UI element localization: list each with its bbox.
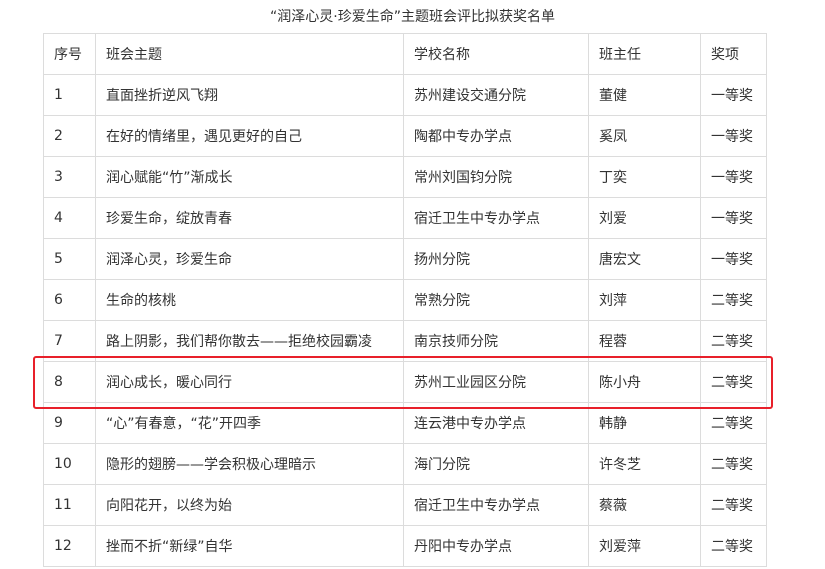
cell-no: 6 [43, 279, 96, 321]
cell-topic: 路上阴影，我们帮你散去——拒绝校园霸凌 [95, 320, 404, 362]
cell-award: 二等奖 [700, 361, 767, 403]
cell-award: 二等奖 [700, 443, 767, 485]
cell-teacher: 奚凤 [588, 115, 701, 157]
cell-no: 12 [43, 525, 96, 567]
header-topic: 班会主题 [95, 33, 404, 75]
cell-teacher: 董健 [588, 74, 701, 116]
cell-teacher: 韩静 [588, 402, 701, 444]
cell-no: 3 [43, 156, 96, 198]
cell-topic: 润泽心灵，珍爱生命 [95, 238, 404, 280]
table-row: 4 珍爱生命，绽放青春 宿迁卫生中专办学点 刘爱 一等奖 [43, 197, 767, 239]
cell-no: 8 [43, 361, 96, 403]
header-no: 序号 [43, 33, 96, 75]
cell-teacher: 陈小舟 [588, 361, 701, 403]
cell-school: 连云港中专办学点 [403, 402, 589, 444]
cell-school: 南京技师分院 [403, 320, 589, 362]
page-title: “润泽心灵·珍爱生命”主题班会评比拟获奖名单 [270, 9, 555, 25]
cell-topic: 向阳花开，以终为始 [95, 484, 404, 526]
cell-no: 2 [43, 115, 96, 157]
cell-teacher: 刘萍 [588, 279, 701, 321]
cell-school: 苏州工业园区分院 [403, 361, 589, 403]
cell-teacher: 程蓉 [588, 320, 701, 362]
cell-topic: 生命的核桃 [95, 279, 404, 321]
table-row: 1 直面挫折逆风飞翔 苏州建设交通分院 董健 一等奖 [43, 74, 767, 116]
cell-school: 陶都中专办学点 [403, 115, 589, 157]
table-row: 9 “心”有春意，“花”开四季 连云港中专办学点 韩静 二等奖 [43, 402, 767, 444]
table-row: 11 向阳花开，以终为始 宿迁卫生中专办学点 蔡薇 二等奖 [43, 484, 767, 526]
cell-topic: 挫而不折“新绿”自华 [95, 525, 404, 567]
table-row-highlighted: 8 润心成长，暖心同行 苏州工业园区分院 陈小舟 二等奖 [43, 361, 767, 403]
cell-topic: 直面挫折逆风飞翔 [95, 74, 404, 116]
cell-award: 一等奖 [700, 156, 767, 198]
cell-no: 4 [43, 197, 96, 239]
cell-topic: 隐形的翅膀——学会积极心理暗示 [95, 443, 404, 485]
cell-school: 扬州分院 [403, 238, 589, 280]
header-school: 学校名称 [403, 33, 589, 75]
table-header-row: 序号 班会主题 学校名称 班主任 奖项 [43, 33, 767, 75]
table-row: 12 挫而不折“新绿”自华 丹阳中专办学点 刘爱萍 二等奖 [43, 525, 767, 567]
cell-award: 二等奖 [700, 484, 767, 526]
table-row: 10 隐形的翅膀——学会积极心理暗示 海门分院 许冬芝 二等奖 [43, 443, 767, 485]
cell-topic: 珍爱生命，绽放青春 [95, 197, 404, 239]
table-row: 2 在好的情绪里，遇见更好的自己 陶都中专办学点 奚凤 一等奖 [43, 115, 767, 157]
cell-no: 1 [43, 74, 96, 116]
cell-school: 丹阳中专办学点 [403, 525, 589, 567]
cell-topic: “心”有春意，“花”开四季 [95, 402, 404, 444]
cell-award: 二等奖 [700, 279, 767, 321]
cell-teacher: 刘爱萍 [588, 525, 701, 567]
cell-topic: 润心成长，暖心同行 [95, 361, 404, 403]
cell-school: 常熟分院 [403, 279, 589, 321]
cell-topic: 润心赋能“竹”渐成长 [95, 156, 404, 198]
cell-award: 一等奖 [700, 115, 767, 157]
table-row: 5 润泽心灵，珍爱生命 扬州分院 唐宏文 一等奖 [43, 238, 767, 280]
table-row: 6 生命的核桃 常熟分院 刘萍 二等奖 [43, 279, 767, 321]
cell-school: 常州刘国钧分院 [403, 156, 589, 198]
cell-school: 宿迁卫生中专办学点 [403, 197, 589, 239]
cell-no: 9 [43, 402, 96, 444]
cell-teacher: 刘爱 [588, 197, 701, 239]
header-teacher: 班主任 [588, 33, 701, 75]
cell-no: 7 [43, 320, 96, 362]
cell-award: 一等奖 [700, 74, 767, 116]
table-row: 7 路上阴影，我们帮你散去——拒绝校园霸凌 南京技师分院 程蓉 二等奖 [43, 320, 767, 362]
cell-award: 二等奖 [700, 402, 767, 444]
cell-school: 苏州建设交通分院 [403, 74, 589, 116]
cell-school: 海门分院 [403, 443, 589, 485]
cell-topic: 在好的情绪里，遇见更好的自己 [95, 115, 404, 157]
cell-no: 11 [43, 484, 96, 526]
table-row: 3 润心赋能“竹”渐成长 常州刘国钧分院 丁奕 一等奖 [43, 156, 767, 198]
cell-teacher: 蔡薇 [588, 484, 701, 526]
cell-no: 10 [43, 443, 96, 485]
cell-school: 宿迁卫生中专办学点 [403, 484, 589, 526]
cell-award: 二等奖 [700, 320, 767, 362]
cell-award: 一等奖 [700, 197, 767, 239]
award-list-table: 序号 班会主题 学校名称 班主任 奖项 1 直面挫折逆风飞翔 苏州建设交通分院 … [43, 33, 767, 567]
cell-teacher: 许冬芝 [588, 443, 701, 485]
cell-teacher: 唐宏文 [588, 238, 701, 280]
header-award: 奖项 [700, 33, 767, 75]
cell-teacher: 丁奕 [588, 156, 701, 198]
cell-award: 一等奖 [700, 238, 767, 280]
cell-award: 二等奖 [700, 525, 767, 567]
cell-no: 5 [43, 238, 96, 280]
